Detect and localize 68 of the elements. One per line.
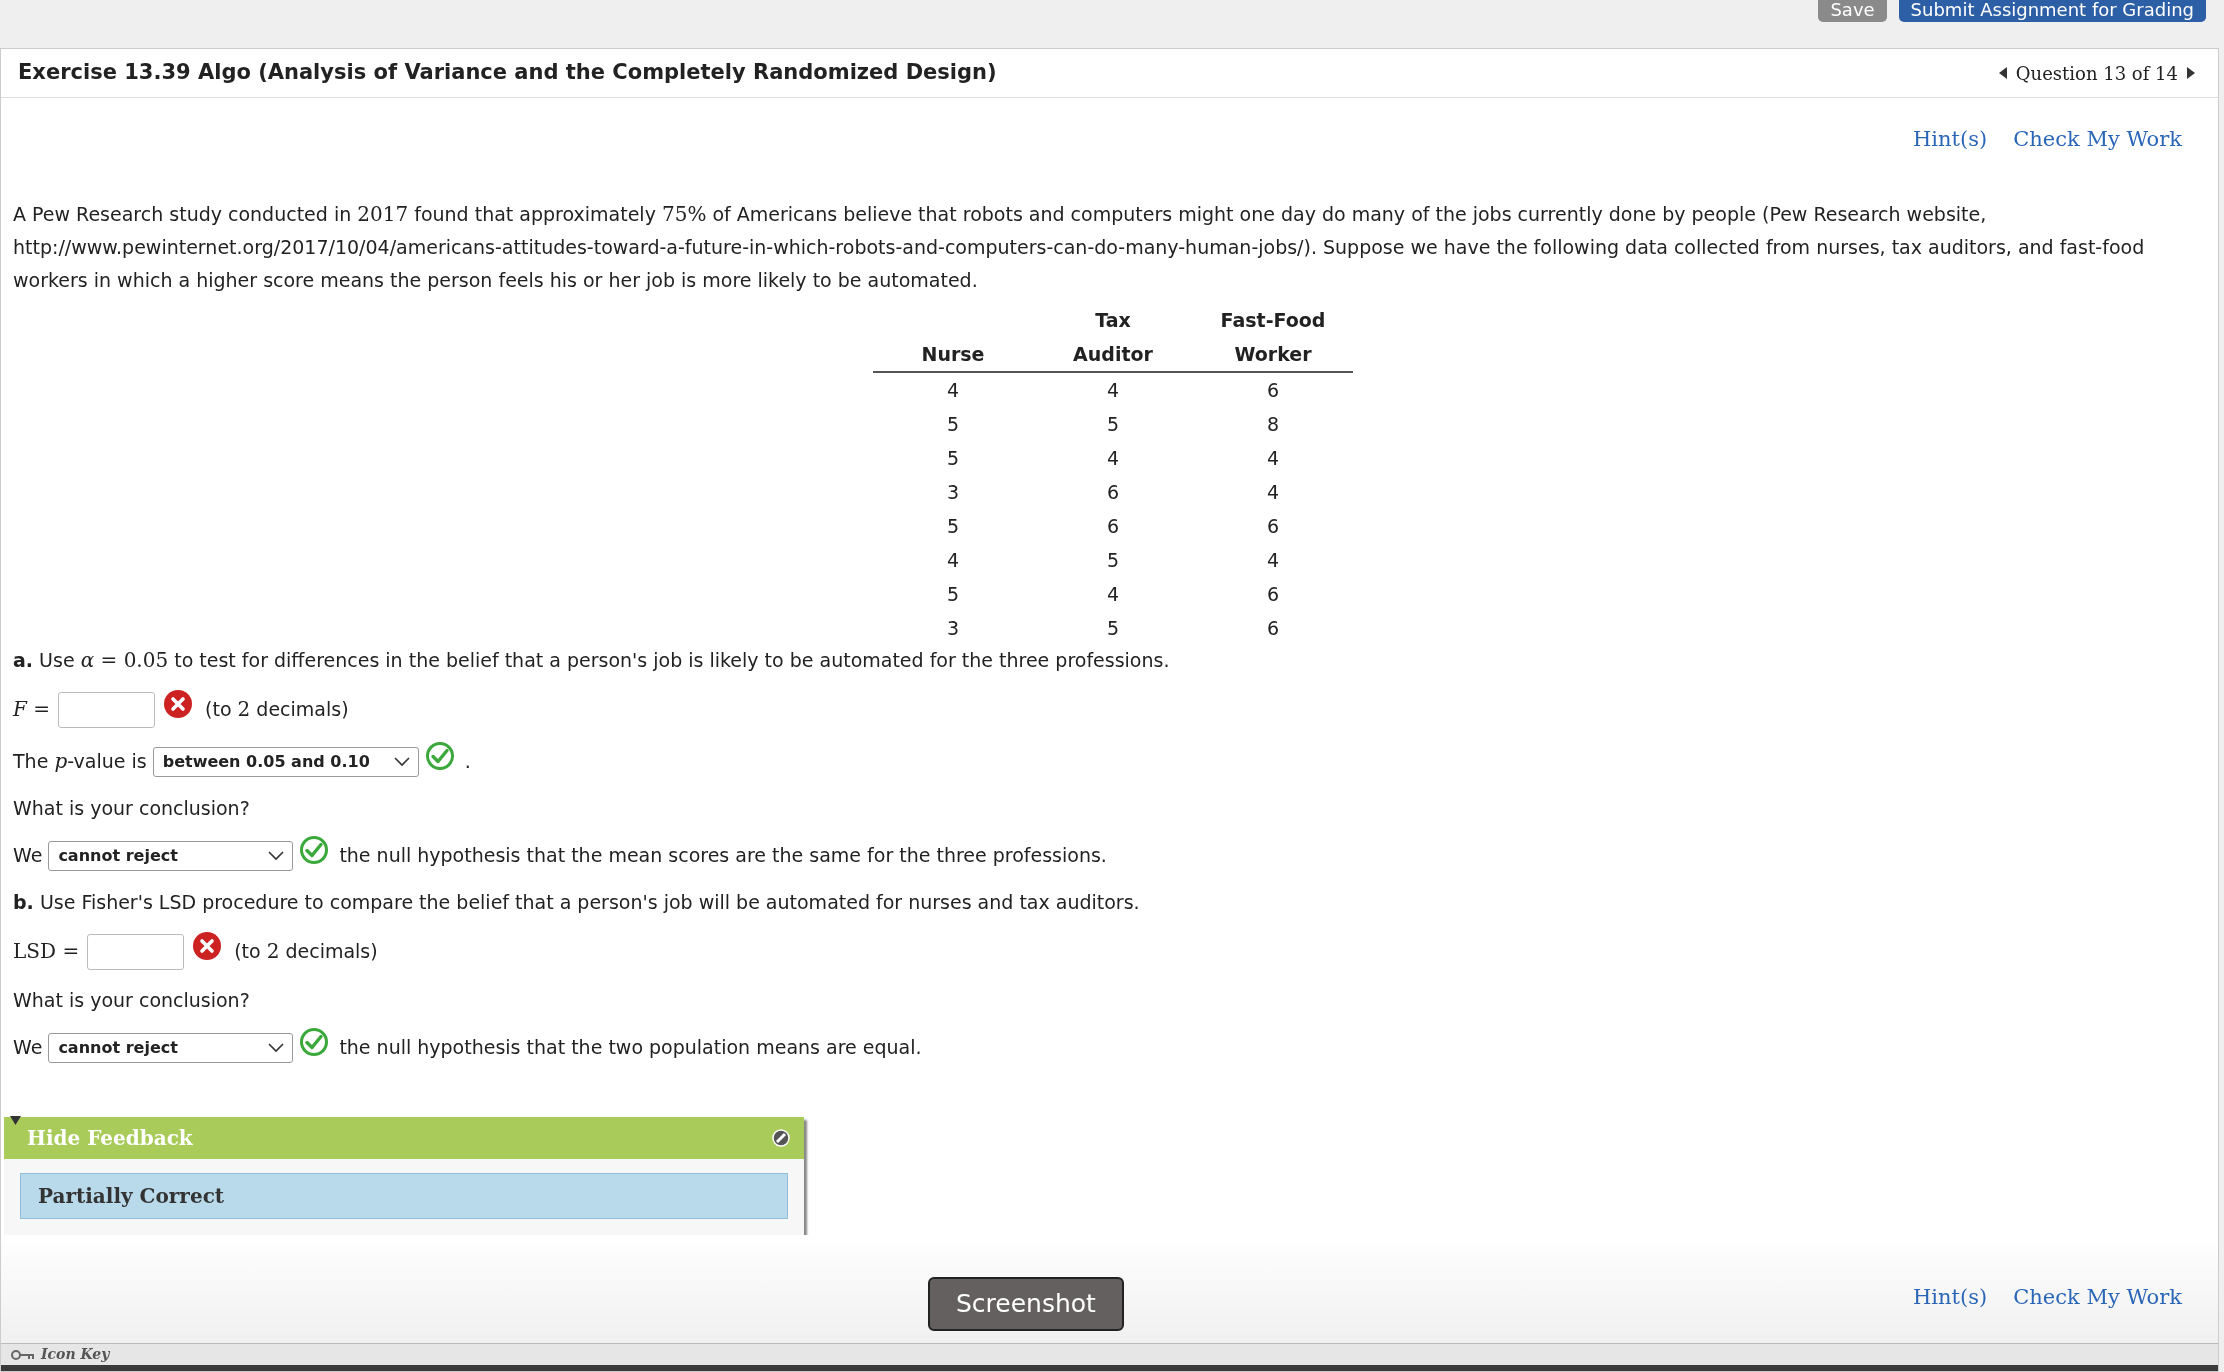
table-cell-text: 5 [1105,411,1121,437]
table-cell-text: 4 [945,547,961,573]
link[interactable]: Hint(s) [1913,1281,1988,1313]
table-cell-text: 6 [1265,513,1281,539]
answer-hint: (to 2 decimals) [205,696,349,723]
answer-label: We [13,1035,43,1060]
answer-text: the null hypothesis that the two population means are equal. [339,1035,922,1060]
table-cell-text: 5 [945,581,961,607]
chevron-down-icon [268,1042,285,1053]
tooltip: Screenshot [928,1277,1124,1331]
column-header: Nurse [921,342,985,365]
table-cell-text: 3 [945,615,961,641]
table-cell-text: 6 [1105,513,1121,539]
table-cell: 4 [873,371,1033,407]
table-cell-text: 5 [1105,547,1121,573]
question-text: What is your conclusion? [13,796,251,821]
table-cell-text: 4 [1105,445,1121,471]
answer-label: We [13,843,43,868]
column-header: Auditor [1073,342,1153,365]
caret-down-icon[interactable] [10,1114,21,1126]
table-cell-text: 5 [945,445,961,471]
icon-key-label[interactable]: Icon Key [41,1344,110,1365]
save-button[interactable]: Save [1818,0,1887,22]
column-header: Tax [1095,308,1131,331]
column-header: Fast-Food [1220,308,1326,331]
answer-dropdown[interactable]: cannot reject [48,840,294,871]
table-cell-text: 5 [945,513,961,539]
answer-dropdown[interactable]: cannot reject [48,1032,294,1063]
answer-text: the null hypothesis that the mean scores are the same for the three professions. [339,843,1107,868]
circle-icon[interactable] [772,1128,790,1147]
table-cell-text: 5 [945,411,961,437]
answer-hint: (to 2 decimals) [234,938,378,965]
key-icon[interactable] [11,1348,35,1361]
table-cell-text: 8 [1265,411,1281,437]
table-cell-text: 4 [1265,445,1281,471]
submit-button[interactable]: Submit Assignment for Grading [1898,0,2206,22]
chevron-down-icon [268,850,285,861]
chevron-down-icon [393,756,410,767]
link[interactable]: Hint(s) [1913,124,1988,156]
table-cell-text: 6 [1265,581,1281,607]
answer-label: The p-value is [13,748,147,775]
exercise-title: Exercise 13.39 Algo (Analysis of Variance and the Completely Randomized Design) [18,59,997,87]
table-cell-text: 4 [1265,479,1281,505]
link[interactable]: Check My Work [2013,1281,2182,1313]
table-cell-text: 6 [1105,479,1121,505]
table-cell: 4 [1033,371,1193,407]
answer-text: . [464,749,471,774]
table-cell: 6 [1193,371,1353,407]
answer-dropdown[interactable]: between 0.05 and 0.10 [152,746,419,777]
answer-field[interactable] [87,933,185,970]
next-icon[interactable] [2186,67,2195,79]
problem-statement: A Pew Research study conducted in 2017 found that approximately 75% of Americans believe that robots and computers might one day do many of the jobs currently done by people (Pew Research website, http://www.pewinternet.org/2017/10/04/americans-attitudes-toward-a-future-in-which-robots-and-computers-can-do-many-human-jobs/). Suppose we have the following data collected from nurses, tax auditors, and fast-food workers in which a higher score means the person feels his or her job is more likely to be automated. [13,200,2146,293]
table-cell-text: 6 [1265,615,1281,641]
feedback-message: Partially Correct [20,1172,788,1219]
column-header: Worker [1234,342,1312,365]
table-cell-text: 4 [1265,547,1281,573]
previous-icon[interactable] [1998,67,2008,79]
answer-field[interactable] [58,691,155,728]
table-cell-text: 3 [945,479,961,505]
question-counter: Question 13 of 14 [2015,61,2178,86]
link[interactable]: Check My Work [2013,124,2182,156]
table-cell-text: 4 [1105,581,1121,607]
question-prompt: a. Use α = 0.05 to test for differences in the belief that a person's job is likely to be automated for the three professions. [13,647,1171,674]
question-prompt: b. Use Fisher's LSD procedure to compare the belief that a person's job will be automated for nurses and tax auditors. [13,890,1141,915]
table-cell-text: 5 [1105,615,1121,641]
answer-label: LSD = [13,938,80,965]
answer-label: F = [13,696,50,723]
question-text: What is your conclusion? [13,988,251,1013]
